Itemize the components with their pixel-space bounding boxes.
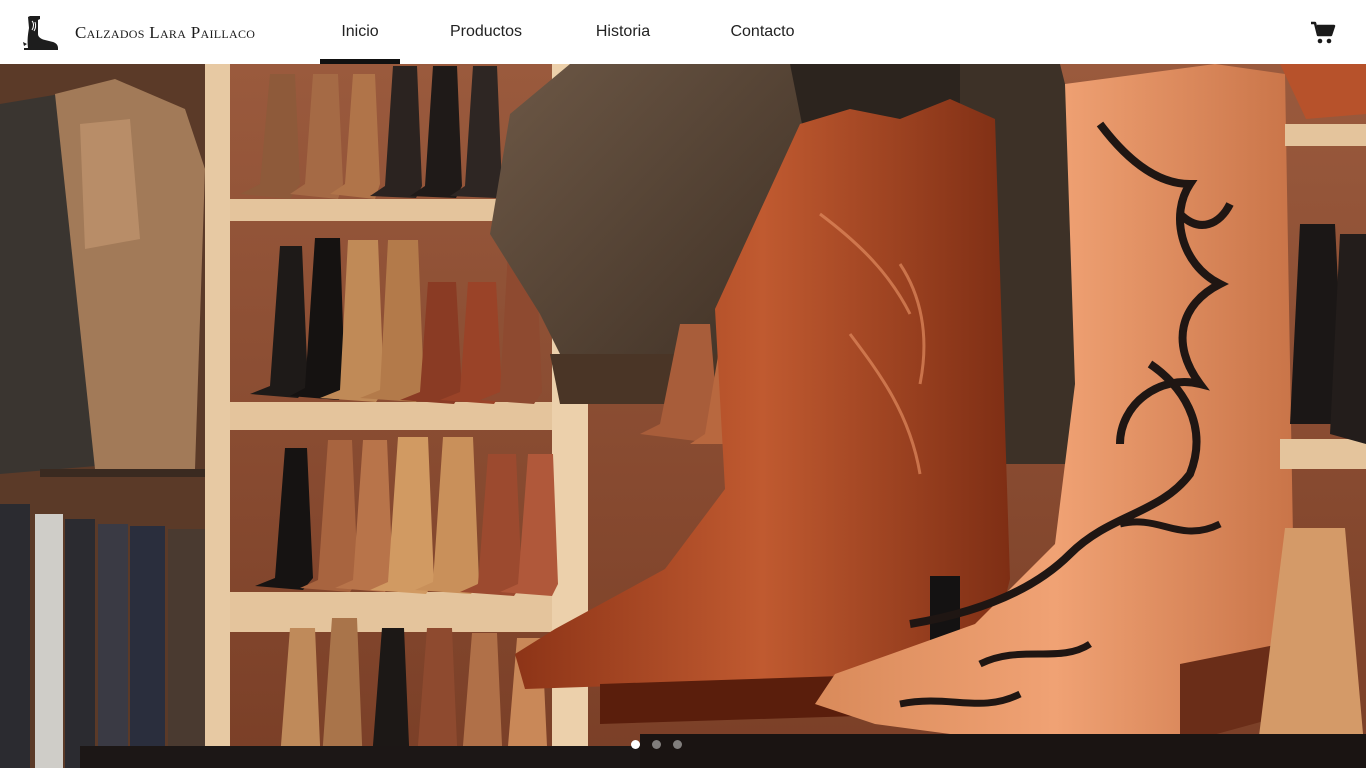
site-header: Calzados Lara Paillaco Inicio Productos … — [0, 0, 1366, 64]
slider-pagination — [631, 740, 682, 749]
shopping-cart-icon[interactable] — [1310, 21, 1336, 45]
nav-contacto[interactable]: Contacto — [726, 0, 799, 64]
slide-dot-1[interactable] — [631, 740, 640, 749]
hero-slider — [0, 64, 1366, 768]
brand-logo-link[interactable]: Calzados Lara Paillaco — [20, 11, 255, 53]
hero-image — [0, 64, 1366, 768]
slide-dot-3[interactable] — [673, 740, 682, 749]
cowboy-boot-icon — [23, 16, 58, 50]
nav-productos[interactable]: Productos — [444, 0, 528, 64]
slide-dot-2[interactable] — [652, 740, 661, 749]
nav-inicio[interactable]: Inicio — [320, 0, 400, 64]
brand-name: Calzados Lara Paillaco — [75, 23, 256, 42]
nav-historia[interactable]: Historia — [589, 0, 657, 64]
